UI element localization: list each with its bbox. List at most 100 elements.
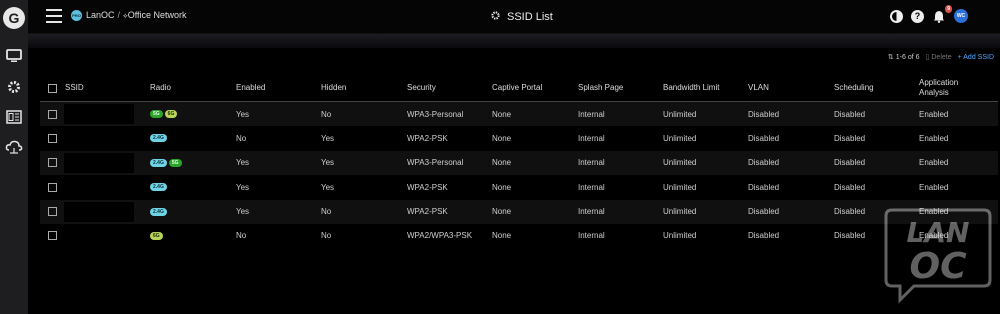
cell-security: WPA3-Personal [407,158,464,168]
monitor-icon[interactable] [4,47,24,65]
cell-enabled: Yes [236,182,250,192]
row-checkbox-cell [48,200,57,224]
cell-security: WPA2-PSK [407,133,448,143]
cell-vlan: Disabled [748,207,780,217]
table-row[interactable]: 2.4G Yes Yes WPA2-PSK None Internal Unlimited D… [40,175,998,200]
cell-scheduling: Disabled [834,207,866,217]
theme-toggle-icon[interactable] [890,9,903,23]
cell-captive-portal: None [492,231,512,241]
cell-splash-page: Internal [578,109,605,119]
radio-badge: 5G [168,158,182,167]
select-all-checkbox[interactable] [48,83,57,93]
add-ssid-button[interactable]: + Add SSID [958,54,994,61]
row-checkbox[interactable] [48,231,57,241]
row-checkbox-cell [48,224,57,248]
page-title-text: SSID List [507,11,553,23]
cell-radio: 2.4G [150,200,169,224]
ssid-name-redacted[interactable] [64,152,134,173]
cell-scheduling: Disabled [834,109,866,119]
brand-logo[interactable]: G [3,7,25,29]
table-row[interactable]: 2.4G 5G Yes Yes WPA3-Personal None Internal Unl… [40,150,998,176]
cell-security: WPA2/WPA3-PSK [407,231,473,241]
ssid-name-redacted[interactable] [64,225,134,246]
cell-captive-portal: None [492,207,512,217]
cell-bandwidth-limit: Unlimited [663,133,697,143]
col-vlan[interactable]: VLAN [748,74,769,102]
col-enabled[interactable]: Enabled [236,74,265,102]
ssid-name-redacted[interactable] [64,104,134,124]
radio-badge: 6G [150,231,163,240]
breadcrumb-site[interactable]: LanOC [86,10,115,20]
table-row[interactable]: 6G No No WPA2/WPA3-PSK None Internal Unlimited… [40,223,998,249]
hamburger-icon[interactable] [46,9,62,23]
row-checkbox[interactable] [48,158,57,168]
cell-hidden: No [321,207,332,217]
breadcrumb: LanOC / ⟡Office Network [86,10,187,21]
cell-vlan: Disabled [748,133,780,143]
cell-application-analysis: Enabled [919,133,949,143]
row-checkbox[interactable] [48,182,57,192]
table-row[interactable]: 2.4G Yes No WPA2-PSK None Internal Unlimited Di… [40,199,998,224]
col-security[interactable]: Security [407,74,436,102]
col-captive-portal[interactable]: Captive Portal [492,74,542,102]
row-checkbox-cell [48,175,57,199]
avatar[interactable]: WC [954,9,968,23]
table-row[interactable]: 5G 6G Yes No WPA3-Personal None Internal Unlimi… [40,102,998,127]
cell-splash-page: Internal [578,182,605,192]
cell-vlan: Disabled [748,158,780,168]
cell-hidden: No [321,231,332,241]
row-checkbox[interactable] [48,133,57,143]
radio-badge: 5G [150,110,163,118]
cell-vlan: Disabled [748,109,780,119]
devices-list-icon[interactable] [4,108,24,126]
cell-security: WPA3-Personal [407,109,464,119]
col-scheduling[interactable]: Scheduling [834,74,874,102]
ssid-table: SSID Radio Enabled Hidden Security Capti… [40,74,998,249]
row-checkbox[interactable] [48,207,57,217]
col-ssid[interactable]: SSID [65,74,84,102]
cell-splash-page: Internal [578,231,605,241]
cell-vlan: Disabled [748,231,780,241]
col-radio[interactable]: Radio [150,74,171,102]
bell-icon[interactable]: 9 [932,4,952,23]
cell-hidden: Yes [321,182,335,192]
cell-application-analysis: Enabled [919,182,949,192]
col-hidden[interactable]: Hidden [321,74,346,102]
row-checkbox[interactable] [48,109,57,119]
delete-button[interactable]: Delete [931,54,951,61]
row-checkbox-cell [48,126,57,150]
help-icon[interactable]: ? [911,9,924,23]
table-row[interactable]: 2.4G No Yes WPA2-PSK None Internal Unlimited Di… [40,126,998,151]
cell-scheduling: Disabled [834,231,866,241]
col-application-analysis[interactable]: Application Analysis [919,74,979,102]
col-splash-page[interactable]: Splash Page [578,74,623,102]
cell-hidden: Yes [321,133,335,143]
col-bandwidth-limit[interactable]: Bandwidth Limit [663,74,719,102]
header-band [28,34,1000,48]
cell-scheduling: Disabled [834,158,866,168]
cell-splash-page: Internal [578,207,605,217]
ssid-name-redacted[interactable] [64,201,134,222]
cell-enabled: Yes [236,109,250,119]
cell-hidden: No [321,109,332,119]
gear-icon[interactable] [4,78,24,96]
cell-enabled: Yes [236,207,250,217]
cell-captive-portal: None [492,109,512,119]
cell-security: WPA2-PSK [407,182,448,192]
cloud-network-icon[interactable] [4,138,24,156]
cell-captive-portal: None [492,133,512,143]
notification-count: 9 [945,4,952,13]
cell-application-analysis: Enabled [919,231,949,241]
breadcrumb-network[interactable]: Office Network [128,10,187,20]
ssid-name-redacted[interactable] [64,128,134,149]
pager-text: 1-6 of 6 [895,53,920,61]
radio-badge: 2.4G [150,158,167,167]
cell-application-analysis: Enabled [919,109,949,119]
cell-scheduling: Disabled [834,133,866,143]
radio-badge: 2.4G [150,134,167,143]
ssid-name-redacted[interactable] [64,177,134,198]
cell-enabled: No [236,231,247,241]
sort-icon[interactable]: ⇅ [888,53,894,61]
cell-enabled: No [236,133,247,143]
radio-badge: 2.4G [150,207,167,216]
